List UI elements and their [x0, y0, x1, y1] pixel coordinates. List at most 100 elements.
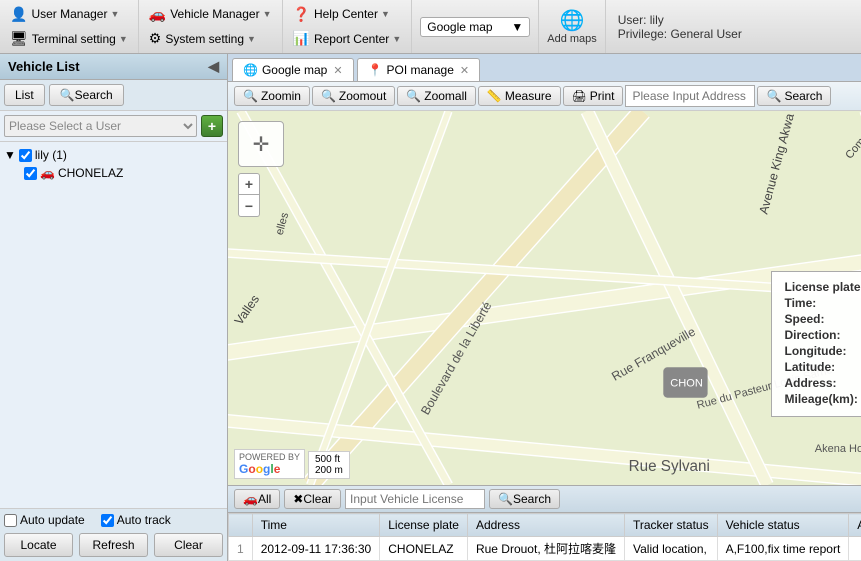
tab-poi-manage[interactable]: 📍 POI manage ✕ [357, 58, 481, 81]
measure-button[interactable]: 📏 Measure [478, 86, 561, 106]
col-header-address: Address [467, 514, 624, 537]
vehicle-manager-label: Vehicle Manager [170, 7, 259, 21]
zoomall-button[interactable]: 🔍 Zoomall [397, 86, 476, 106]
search-status-label: Search [513, 492, 551, 506]
scale-bar: 500 ft 200 m [308, 451, 350, 479]
user-add-button[interactable]: + [201, 115, 223, 137]
vehicle-manager-menu[interactable]: 🚗 Vehicle Manager ▼ [143, 4, 278, 25]
print-icon: 🖨 [572, 89, 587, 103]
search-status-button[interactable]: 🔍 Search [489, 489, 560, 509]
user-manager-label: User Manager [31, 7, 107, 21]
auto-update-text: Auto update [20, 513, 85, 527]
col-header-vehicle: Vehicle status [717, 514, 849, 537]
col-header-tracker: Tracker status [625, 514, 718, 537]
clear-button[interactable]: Clear [154, 533, 223, 557]
all-button[interactable]: 🚗 All [234, 489, 280, 509]
address-input[interactable] [625, 85, 755, 107]
google-logo: POWERED BY Google [234, 449, 305, 479]
measure-icon: 📏 [487, 89, 502, 103]
popup-mileage-label: Mileage(km): [784, 392, 861, 406]
tree-child-node[interactable]: 🚗 CHONELAZ [24, 164, 223, 182]
vehicle-manager-section: 🚗 Vehicle Manager ▼ ⚙ System setting ▼ [139, 0, 283, 53]
popup-time-label: Time: [784, 296, 861, 310]
table-row[interactable]: 1 2012-09-11 17:36:30 CHONELAZ Rue Drouo… [229, 537, 861, 561]
tree-root-node[interactable]: ▼ lily (1) [4, 146, 223, 164]
add-maps-icon: 🌐 [560, 8, 585, 33]
search-label-left: Search [75, 88, 113, 102]
refresh-button[interactable]: Refresh [79, 533, 148, 557]
print-button[interactable]: 🖨 Print [563, 86, 624, 106]
search-map-icon: 🔍 [766, 89, 781, 103]
user-manager-menu[interactable]: 👤 User Manager ▼ [4, 4, 134, 25]
system-setting-label: System setting [165, 32, 244, 46]
auto-update-checkbox[interactable] [4, 514, 17, 527]
system-setting-menu[interactable]: ⚙ System setting ▼ [143, 28, 278, 49]
popup-speed-row: Speed: 0km/h [784, 312, 861, 326]
user-privilege-display: Privilege: General User [618, 27, 742, 41]
google-map-select[interactable]: Google map ▼ [420, 17, 530, 37]
tab-google-map[interactable]: 🌐 Google map ✕ [232, 58, 354, 81]
locate-button[interactable]: Locate [4, 533, 73, 557]
zoomout-button[interactable]: 🔍 Zoomout [312, 86, 395, 106]
zoom-in-button[interactable]: + [238, 173, 260, 195]
scale-500ft: 500 ft [315, 454, 343, 465]
popup-speed-label: Speed: [784, 312, 861, 326]
google-text-g: G [239, 462, 248, 476]
tab-poi-icon: 📍 [368, 63, 383, 77]
user-select-dropdown[interactable]: Please Select a User [4, 115, 197, 137]
terminal-label: Terminal setting [32, 32, 116, 46]
collapse-button[interactable]: ◀ [208, 58, 219, 75]
help-arrow: ▼ [381, 9, 390, 19]
user-manager-arrow: ▼ [110, 9, 119, 19]
map-nav-control[interactable]: ✛ [238, 121, 284, 167]
left-toolbar: List 🔍 Search [0, 80, 227, 111]
status-bar: 🚗 All ✖ Clear 🔍 Search 🚗 Vehicles: 1 - 🔔… [228, 485, 861, 513]
tab-poi-close[interactable]: ✕ [460, 64, 469, 77]
auto-track-text: Auto track [117, 513, 171, 527]
row-vehicle-status: A,F100,fix time report [717, 537, 849, 561]
help-label: Help Center [314, 7, 378, 21]
tree-expand-icon: ▼ [4, 148, 16, 162]
google-map-dropdown-label: Google map [427, 20, 492, 34]
zoomin-button[interactable]: 🔍 Zoomin [234, 86, 310, 106]
search-map-button[interactable]: 🔍 Search [757, 86, 831, 106]
print-label: Print [590, 89, 615, 103]
left-panel: Vehicle List ◀ List 🔍 Search Please Sele… [0, 54, 228, 561]
popup-longitude-label: Longitude: [784, 344, 861, 358]
popup-mileage-row: Mileage(km): 0 [784, 392, 861, 406]
zoom-out-button[interactable]: − [238, 195, 260, 217]
report-icon: 📊 [293, 30, 310, 47]
vehicle-tree: ▼ lily (1) 🚗 CHONELAZ [0, 142, 227, 508]
auto-track-label[interactable]: Auto track [101, 513, 171, 527]
tab-google-map-close[interactable]: ✕ [333, 64, 342, 77]
google-text-o2: o [256, 462, 263, 476]
tree-child-checkbox[interactable] [24, 167, 37, 180]
terminal-setting-menu[interactable]: 🖥 Terminal setting ▼ [4, 28, 134, 49]
help-center-menu[interactable]: ❓ Help Center ▼ [287, 4, 408, 25]
add-maps-label[interactable]: Add maps [547, 33, 597, 45]
system-setting-arrow: ▼ [247, 34, 256, 44]
popup-latitude-label: Latitude: [784, 360, 861, 374]
clear-status-button[interactable]: ✖ Clear [284, 489, 341, 509]
report-center-menu[interactable]: 📊 Report Center ▼ [287, 28, 408, 49]
tree-root-checkbox[interactable] [19, 149, 32, 162]
zoom-controls: + − [238, 173, 260, 217]
tab-bar: 🌐 Google map ✕ 📍 POI manage ✕ [228, 54, 861, 82]
license-input[interactable] [345, 489, 485, 509]
map-container[interactable]: Rue Sylvani Boulevard de la Liberté Boul… [228, 111, 861, 485]
google-map-dropdown-section: Google map ▼ [412, 0, 539, 53]
tab-poi-label: POI manage [387, 63, 454, 77]
system-setting-icon: ⚙ [149, 30, 162, 47]
all-icon: 🚗 [243, 492, 258, 506]
vehicle-manager-arrow: ▼ [263, 9, 272, 19]
auto-track-checkbox[interactable] [101, 514, 114, 527]
vehicle-icon: 🚗 [40, 166, 55, 180]
auto-update-label[interactable]: Auto update [4, 513, 85, 527]
zoomall-icon: 🔍 [406, 89, 421, 103]
google-text-o1: o [248, 462, 255, 476]
vehicle-manager-icon: 🚗 [149, 6, 166, 23]
popup-time-row: Time: 2012-09-11 17:36: [784, 296, 861, 310]
table-header-row: Time License plate Address Tracker statu… [229, 514, 861, 537]
search-button-left[interactable]: 🔍 Search [49, 84, 124, 106]
list-button[interactable]: List [4, 84, 45, 106]
